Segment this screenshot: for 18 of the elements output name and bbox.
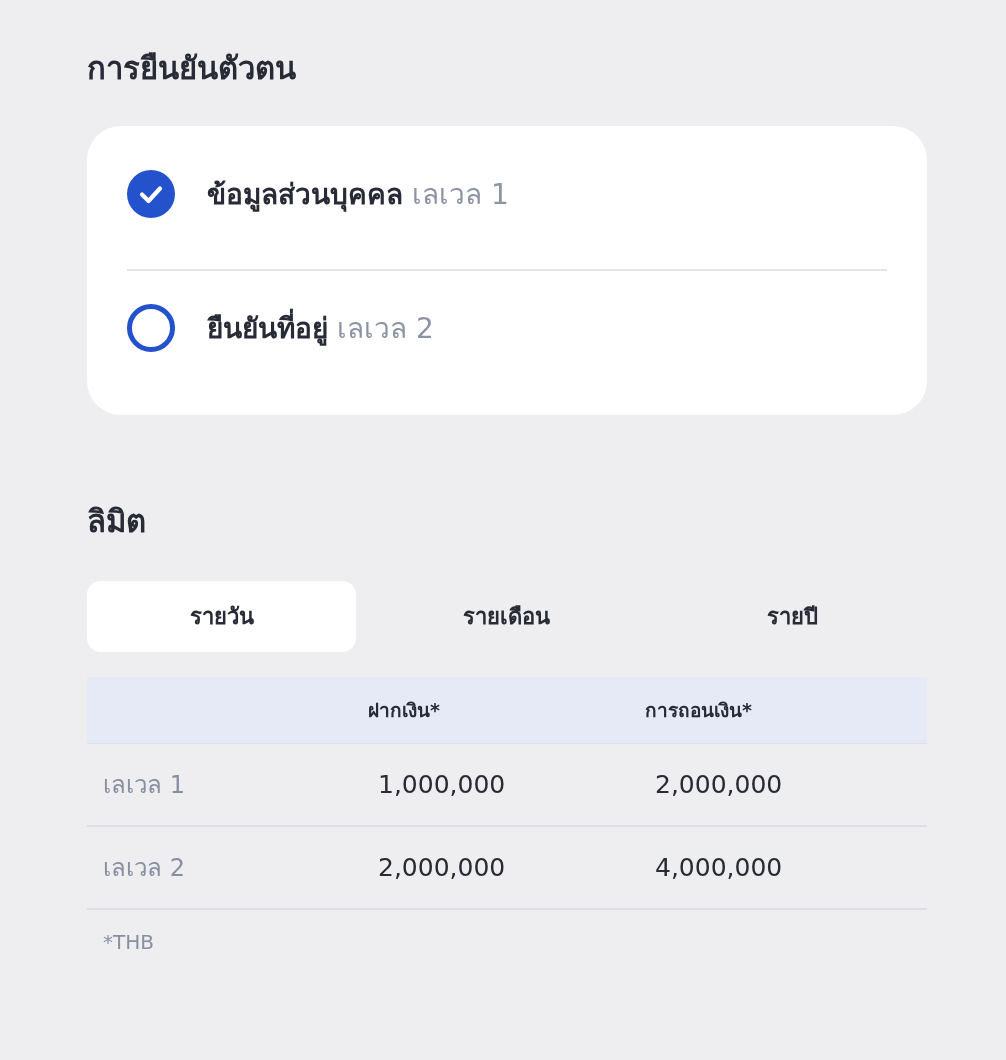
section-title: ลิมิต bbox=[87, 502, 146, 541]
step-level: เลเวล 2 bbox=[337, 311, 434, 347]
table-cell: 1,000,000 bbox=[378, 770, 506, 799]
step-label: ยืนยันที่อยู่ bbox=[207, 306, 328, 350]
table-cell: 2,000,000 bbox=[378, 853, 506, 882]
column-header: ฝากเงิน* bbox=[368, 698, 440, 723]
column-header: การถอนเงิน* bbox=[645, 698, 752, 723]
row-label: เลเวล 1 bbox=[103, 770, 185, 801]
row-label: เลเวล 2 bbox=[103, 853, 185, 884]
step-label: ข้อมูลส่วนบุคคล bbox=[207, 177, 403, 214]
table-cell: 2,000,000 bbox=[655, 770, 783, 799]
step-level: เลเวล 1 bbox=[412, 177, 509, 213]
period-tab[interactable]: รายวัน bbox=[87, 581, 357, 652]
period-tab[interactable]: รายเดือน bbox=[372, 581, 642, 652]
period-tab[interactable]: รายปี bbox=[657, 581, 927, 652]
section-title: การยืนยันตัวตน bbox=[87, 49, 296, 88]
table-cell: 4,000,000 bbox=[655, 853, 783, 882]
currency-note: *THB bbox=[103, 930, 154, 954]
